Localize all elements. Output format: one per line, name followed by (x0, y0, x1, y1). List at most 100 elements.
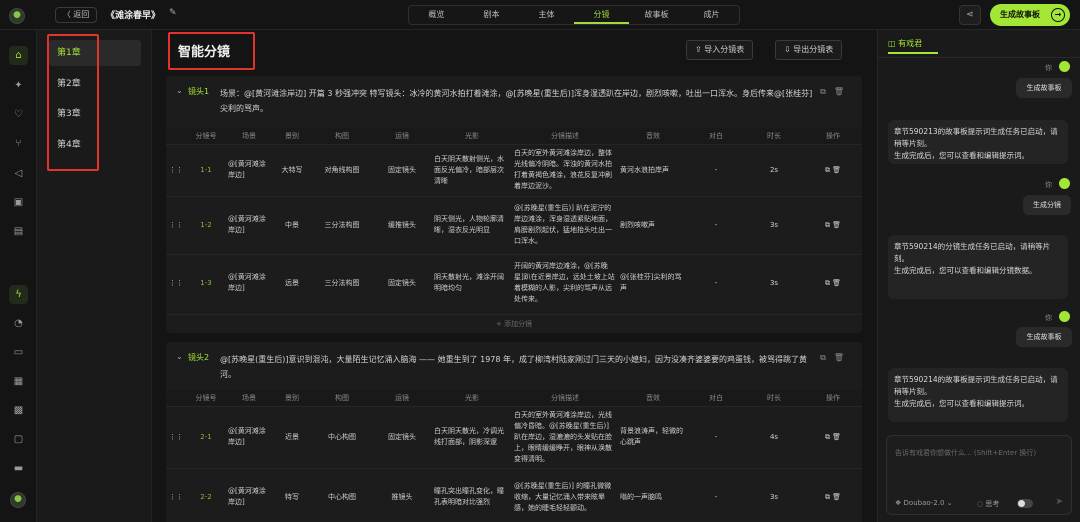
duration-cell[interactable]: 2s (744, 143, 804, 196)
duration-cell[interactable]: 4s (744, 405, 804, 468)
copy-icon[interactable]: ⧉ (825, 279, 830, 287)
camera-move-cell[interactable]: 缓推镜头 (372, 195, 432, 254)
think-toggle[interactable] (1017, 499, 1033, 508)
sound-cell[interactable]: @[张桂芬]尖利的骂声 (618, 253, 688, 312)
gift-icon[interactable]: ▩ (9, 401, 28, 420)
lighting-cell[interactable]: 瞳孔突出瞳孔变化，瞳孔表明暗对比强烈 (432, 467, 512, 522)
tab-script[interactable]: 剧本 (464, 6, 519, 24)
trash-icon[interactable]: 🗑 (832, 166, 841, 174)
table-row[interactable]: ⋮⋮ 1-3 @[黄河滩涂岸边] 远景 三分法构图 固定镜头 阴天散射光，滩涂开… (166, 253, 862, 312)
duration-cell[interactable]: 3s (744, 467, 804, 522)
drag-handle-icon[interactable]: ⋮⋮ (166, 143, 186, 196)
trash-icon[interactable]: 🗑 (832, 493, 841, 501)
bell-icon[interactable]: ◔ (9, 314, 28, 333)
description-cell[interactable]: 开阔的黄河岸边滩涂，@[苏晚星]趴在近景岸边，远处土坡上站着模糊的人影，尖利的骂… (512, 253, 618, 312)
sound-cell[interactable]: 背景浪涛声，轻微的心跳声 (618, 405, 688, 468)
back-button[interactable]: 〈 返回 (55, 7, 97, 23)
camera-move-cell[interactable]: 固定镜头 (372, 405, 432, 468)
tab-subject[interactable]: 主体 (519, 6, 574, 24)
heart-icon[interactable]: ♡ (9, 105, 28, 124)
description-cell[interactable]: 白天的室外黄河滩涂岸边，整体光线偏冷阴暗。浑浊的黄河水拍打着黄褐色滩涂，浪花反复… (512, 143, 618, 196)
composition-cell[interactable]: 中心构图 (312, 467, 372, 522)
table-row[interactable]: ⋮⋮ 2-2 @[黄河滩涂岸边] 特写 中心构图 推镜头 瞳孔突出瞳孔变化，瞳孔… (166, 467, 862, 522)
trash-icon[interactable]: 🗑 (832, 433, 841, 441)
sound-cell[interactable]: 嗡的一声脑鸣 (618, 467, 688, 522)
scene-cell[interactable]: @[黄河滩涂岸边] (226, 467, 272, 522)
dialog-cell[interactable]: - (688, 253, 744, 312)
shot-size-cell[interactable]: 大特写 (272, 143, 312, 196)
description-cell[interactable]: @[苏晚星(重生后)] 趴在泥泞的岸边滩涂，浑身湿透紧贴地面，肩膀剧烈起伏，猛地… (512, 195, 618, 254)
tab-final-video[interactable]: 成片 (684, 6, 739, 24)
table-row[interactable]: ⋮⋮ 2-1 @[黄河滩涂岸边] 近景 中心构图 固定镜头 白天阴天散光，冷调光… (166, 405, 862, 468)
copy-icon[interactable]: ⧉ (825, 493, 830, 501)
shot-size-cell[interactable]: 近景 (272, 405, 312, 468)
composition-cell[interactable]: 三分法构图 (312, 195, 372, 254)
chevron-down-icon[interactable]: ⌄ (176, 352, 183, 361)
dialog-cell[interactable]: - (688, 405, 744, 468)
generate-storyboard-button[interactable]: 生成故事板 → (990, 4, 1070, 26)
copy-icon[interactable]: ⧉ (825, 433, 830, 441)
sound-cell[interactable]: 剧烈咳嗽声 (618, 195, 688, 254)
shot-size-cell[interactable]: 远景 (272, 253, 312, 312)
book-icon[interactable]: ▭ (9, 343, 28, 362)
drag-handle-icon[interactable]: ⋮⋮ (166, 405, 186, 468)
tab-story-board[interactable]: 故事板 (629, 6, 684, 24)
lighting-cell[interactable]: 白天阴天散射侧光，水面反光偏冷，暗部层次清晰 (432, 143, 512, 196)
composition-cell[interactable]: 对角线构图 (312, 143, 372, 196)
export-storyboard-button[interactable]: ⇩ 导出分镜表 (775, 40, 843, 60)
send-icon[interactable]: ➤ (1055, 497, 1063, 507)
drag-handle-icon[interactable]: ⋮⋮ (166, 253, 186, 312)
drag-handle-icon[interactable]: ⋮⋮ (166, 195, 186, 254)
scene-cell[interactable]: @[黄河滩涂岸边] (226, 405, 272, 468)
app-logo[interactable] (9, 8, 25, 24)
description-cell[interactable]: @[苏晚星(重生后)] 的瞳孔微微收缩，大量记忆涌入带来眩晕感，她的睫毛轻轻颤动… (512, 467, 618, 522)
lighting-cell[interactable]: 阴天散射光，滩涂开阔明暗均匀 (432, 253, 512, 312)
copy-icon[interactable]: ⧉ (825, 221, 830, 229)
trash-icon[interactable]: 🗑 (834, 87, 852, 96)
add-shot-button[interactable]: + 添加分镜 (166, 314, 862, 332)
duration-cell[interactable]: 3s (744, 253, 804, 312)
scene-cell[interactable]: @[黄河滩涂岸边] (226, 143, 272, 196)
trash-icon[interactable]: 🗑 (832, 221, 841, 229)
dialog-cell[interactable]: - (688, 195, 744, 254)
pencil-icon[interactable]: ✎ (169, 8, 177, 18)
lighting-cell[interactable]: 阴天侧光，人物轮廓清晰，湿衣反光明显 (432, 195, 512, 254)
avatar[interactable] (10, 492, 26, 508)
briefcase-icon[interactable]: ▣ (9, 193, 28, 212)
composition-cell[interactable]: 中心构图 (312, 405, 372, 468)
wallet-icon[interactable]: ▤ (9, 222, 28, 241)
import-storyboard-button[interactable]: ⇪ 导入分镜表 (686, 40, 754, 60)
sound-cell[interactable]: 黄河水浪拍岸声 (618, 143, 688, 196)
table-row[interactable]: ⋮⋮ 1-2 @[黄河滩涂岸边] 中景 三分法构图 缓推镜头 阴天侧光，人物轮廓… (166, 195, 862, 254)
home-icon[interactable]: ⌂ (9, 46, 28, 65)
model-selector[interactable]: ❖ Doubao-2.0 ⌄ (895, 499, 953, 507)
scene-cell[interactable]: @[黄河滩涂岸边] (226, 195, 272, 254)
bolt-icon[interactable]: ϟ (9, 285, 28, 304)
table-row[interactable]: ⋮⋮ 1-1 @[黄河滩涂岸边] 大特写 对角线构图 固定镜头 白天阴天散射侧光… (166, 143, 862, 196)
copy-icon[interactable]: ⧉ (820, 87, 834, 96)
chat-input-box[interactable]: 告诉有戏君你想做什么... (Shift+Enter 换行) ❖ Doubao-… (886, 435, 1072, 515)
megaphone-icon[interactable]: ◁ (9, 164, 28, 183)
drag-handle-icon[interactable]: ⋮⋮ (166, 467, 186, 522)
qrcode-icon[interactable]: ▦ (9, 372, 28, 391)
chat-input-placeholder[interactable]: 告诉有戏君你想做什么... (Shift+Enter 换行) (895, 448, 1036, 458)
dialog-cell[interactable]: - (688, 143, 744, 196)
card-icon[interactable]: ▬ (9, 459, 28, 478)
sparkle-icon[interactable]: ✦ (9, 76, 28, 95)
lighting-cell[interactable]: 白天阴天散光，冷调光线打面部，阴影深邃 (432, 405, 512, 468)
trash-icon[interactable]: 🗑 (832, 279, 841, 287)
composition-cell[interactable]: 三分法构图 (312, 253, 372, 312)
camera-move-cell[interactable]: 推镜头 (372, 467, 432, 522)
dialog-cell[interactable]: - (688, 467, 744, 522)
trash-icon[interactable]: 🗑 (834, 353, 852, 362)
tab-overview[interactable]: 概览 (409, 6, 464, 24)
copy-icon[interactable]: ⧉ (820, 353, 834, 362)
description-cell[interactable]: 白天的室外黄河滩涂岸边，光线偏冷昏暗。@[苏晚星(重生后)] 趴在岸边，湿漉漉的… (512, 405, 618, 468)
branch-icon[interactable]: ⑂ (9, 134, 28, 153)
shot-size-cell[interactable]: 特写 (272, 467, 312, 522)
camera-move-cell[interactable]: 固定镜头 (372, 253, 432, 312)
shot-size-cell[interactable]: 中景 (272, 195, 312, 254)
camera-move-cell[interactable]: 固定镜头 (372, 143, 432, 196)
copy-icon[interactable]: ⧉ (825, 166, 830, 174)
chat-icon[interactable]: ▢ (9, 430, 28, 449)
